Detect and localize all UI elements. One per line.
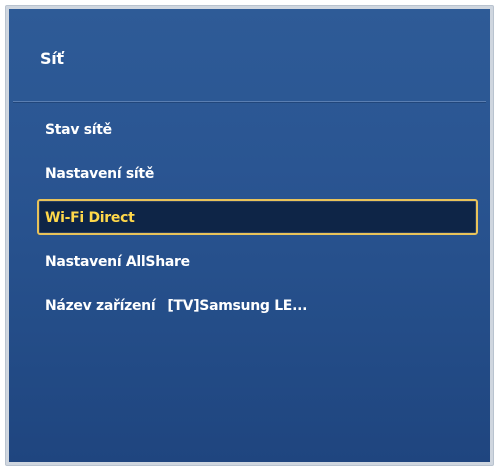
menu-item-label: Nastavení AllShare [45, 254, 190, 270]
menu-item-label: Název zařízení [45, 298, 156, 314]
menu-item-allshare-settings[interactable]: Nastavení AllShare [37, 245, 476, 281]
menu-item-device-name[interactable]: Název zařízení [TV]Samsung LE... [37, 289, 476, 325]
device-name-value: [TV]Samsung LE... [167, 298, 308, 314]
menu-item-wifi-direct[interactable]: Wi-Fi Direct [37, 199, 478, 235]
title-divider-shadow [13, 102, 486, 103]
settings-window: Síť Stav sítě Nastavení sítě Wi-Fi Direc… [5, 5, 494, 466]
menu-item-label: Stav sítě [45, 122, 112, 138]
menu-item-network-status[interactable]: Stav sítě [37, 113, 476, 149]
menu-item-label: Wi-Fi Direct [45, 210, 135, 226]
menu-title: Síť [40, 49, 64, 68]
network-menu-panel: Síť Stav sítě Nastavení sítě Wi-Fi Direc… [9, 9, 490, 462]
menu-item-network-settings[interactable]: Nastavení sítě [37, 157, 476, 193]
menu-item-label: Nastavení sítě [45, 166, 155, 182]
